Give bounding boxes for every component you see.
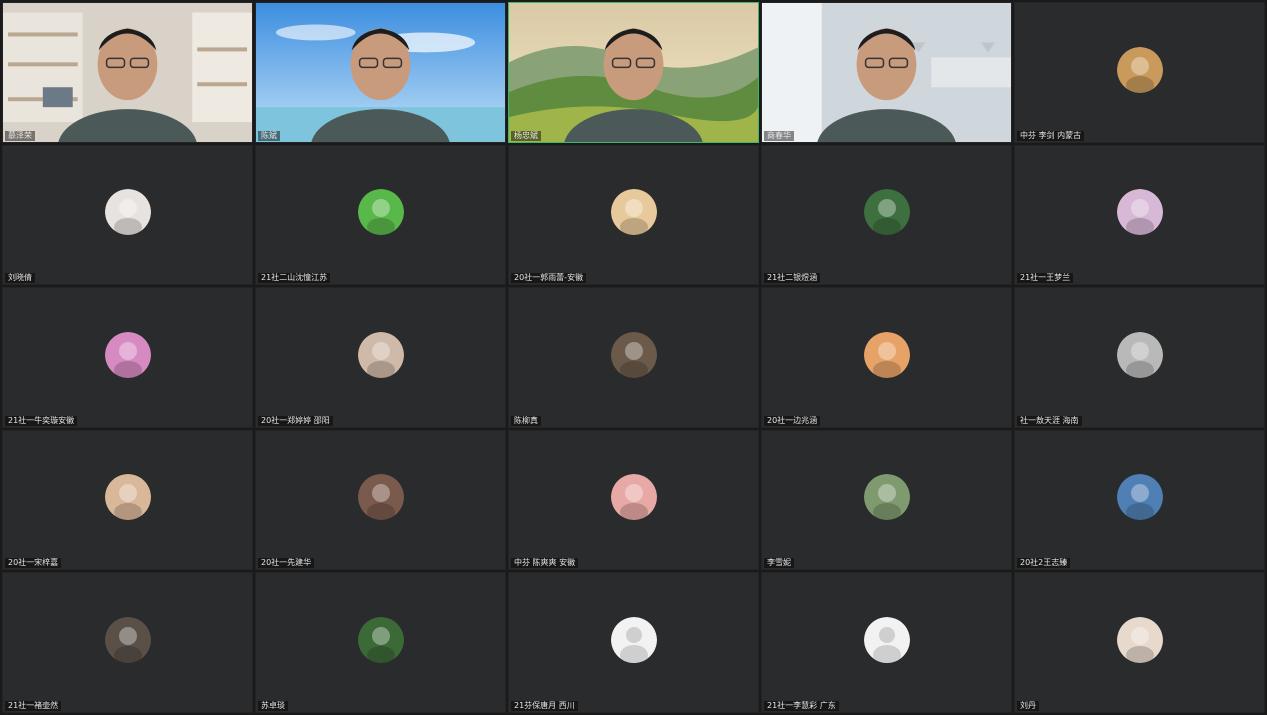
woman-photo-avatar-icon xyxy=(357,331,404,378)
participant-tile[interactable]: 20社一宋梓嘉 xyxy=(2,429,253,571)
participant-tile[interactable]: 20社一边兆涵 xyxy=(761,287,1012,428)
painted-lady-avatar-icon xyxy=(1116,189,1163,236)
teddy-bear-avatar-icon xyxy=(104,474,151,521)
participant-tile[interactable]: 20社一先建华 xyxy=(255,429,506,571)
participant-tile[interactable]: 中芬 陈爽爽 安徽 xyxy=(508,429,759,571)
man-photo-avatar-icon xyxy=(357,474,404,521)
participant-name-label: 中芬 陈爽爽 安徽 xyxy=(511,558,579,569)
standing-person-avatar-icon xyxy=(863,474,910,521)
participant-name-label: 刘晓倩 xyxy=(5,273,35,284)
participant-tile[interactable]: 21社一王梦兰 xyxy=(1014,144,1265,286)
participant-name-label: 21芬保唐月 西川 xyxy=(511,701,578,711)
anime-girl-avatar-icon xyxy=(863,331,910,378)
participant-tile[interactable]: 21社一牛奕璇安徽 xyxy=(2,287,253,428)
participant-name-label: 20社一先建华 xyxy=(258,558,315,569)
costume-woman-avatar-icon xyxy=(1116,616,1163,663)
participant-name-label: 20社2王志臻 xyxy=(1017,558,1071,569)
participant-video xyxy=(256,3,505,142)
participant-name-label: 中芬 李剑 内蒙古 xyxy=(1017,130,1085,141)
participant-name-label: 20社一郑婷婷 邵阳 xyxy=(258,415,333,426)
participant-tile[interactable]: 21社二山沈憧江苏 xyxy=(255,144,506,286)
pink-monster-avatar-icon xyxy=(104,331,151,378)
participant-name-label: 21社一王梦兰 xyxy=(1017,273,1074,284)
forest-avatar-icon xyxy=(863,189,910,236)
participant-tile[interactable]: 社一敖天涯 海南 xyxy=(1014,287,1265,428)
participant-tile[interactable]: 21社二银煜涵 xyxy=(761,144,1012,286)
participant-name-label: 20社一郭雨蕾-安徽 xyxy=(511,273,587,284)
participant-tile[interactable]: 中芬 李剑 内蒙古 xyxy=(1014,2,1265,143)
participant-tile[interactable]: 陈柳真 xyxy=(508,287,759,428)
participant-grid: 慕泽荣 陈斌 杨忠斌 商春华 中芬 李剑 内蒙古刘晓倩 21社二山沈憧江苏 20社一郭雨蕾-… xyxy=(0,0,1267,715)
participant-name-label: 20社一宋梓嘉 xyxy=(5,558,62,569)
rat-avatar-icon xyxy=(1116,331,1163,378)
participant-video xyxy=(509,3,758,142)
anime-blonde-avatar-icon xyxy=(610,189,657,236)
participant-tile[interactable]: 刘丹 xyxy=(1014,572,1265,713)
meerkat-avatar-icon xyxy=(1116,46,1163,93)
participant-tile[interactable]: 20社一郭雨蕾-安徽 xyxy=(508,144,759,286)
participant-tile[interactable]: 李雪妮 xyxy=(761,429,1012,571)
participant-tile[interactable]: 商春华 xyxy=(761,2,1012,143)
participant-tile[interactable]: 陈斌 xyxy=(255,2,506,143)
participant-name-label: 慕泽荣 xyxy=(5,130,35,141)
green-alien-avatar-icon xyxy=(357,189,404,236)
participant-tile[interactable]: 21芬保唐月 西川 xyxy=(508,572,759,713)
toucan-avatar-icon xyxy=(357,616,404,663)
participant-name-label: 杨忠斌 xyxy=(511,130,541,141)
group-photo-avatar-icon xyxy=(104,616,151,663)
participant-name-label: 苏卓琰 xyxy=(258,701,288,711)
participant-tile[interactable]: 刘晓倩 xyxy=(2,144,253,286)
participant-name-label: 陈斌 xyxy=(258,130,280,141)
participant-tile[interactable]: 21社一李慧彩 广东 xyxy=(761,572,1012,713)
city-night-avatar-icon xyxy=(610,331,657,378)
participant-name-label: 21社二银煜涵 xyxy=(764,273,821,284)
participant-tile[interactable]: 苏卓琰 xyxy=(255,572,506,713)
participant-video xyxy=(3,3,252,142)
participant-name-label: 20社一边兆涵 xyxy=(764,415,821,426)
participant-name-label: 21社一褚壶然 xyxy=(5,701,62,711)
participant-name-label: 陈柳真 xyxy=(511,415,541,426)
default-user-avatar-icon xyxy=(610,616,657,663)
participant-name-label: 李雪妮 xyxy=(764,558,794,569)
pink-sky-avatar-icon xyxy=(610,474,657,521)
blue-dress-avatar-icon xyxy=(1116,474,1163,521)
participant-name-label: 21社一李慧彩 广东 xyxy=(764,701,839,711)
participant-tile[interactable]: 21社一褚壶然 xyxy=(2,572,253,713)
participant-name-label: 21社一牛奕璇安徽 xyxy=(5,415,78,426)
participant-tile[interactable]: 杨忠斌 xyxy=(508,2,759,143)
participant-name-label: 刘丹 xyxy=(1017,701,1039,711)
cartoon-girl-avatar-icon xyxy=(104,189,151,236)
participant-name-label: 社一敖天涯 海南 xyxy=(1017,415,1082,426)
participant-tile[interactable]: 20社2王志臻 xyxy=(1014,429,1265,571)
participant-tile[interactable]: 慕泽荣 xyxy=(2,2,253,143)
participant-name-label: 商春华 xyxy=(764,130,794,141)
default-user-avatar-icon xyxy=(863,616,910,663)
participant-video xyxy=(762,3,1011,142)
participant-tile[interactable]: 20社一郑婷婷 邵阳 xyxy=(255,287,506,428)
participant-name-label: 21社二山沈憧江苏 xyxy=(258,273,331,284)
